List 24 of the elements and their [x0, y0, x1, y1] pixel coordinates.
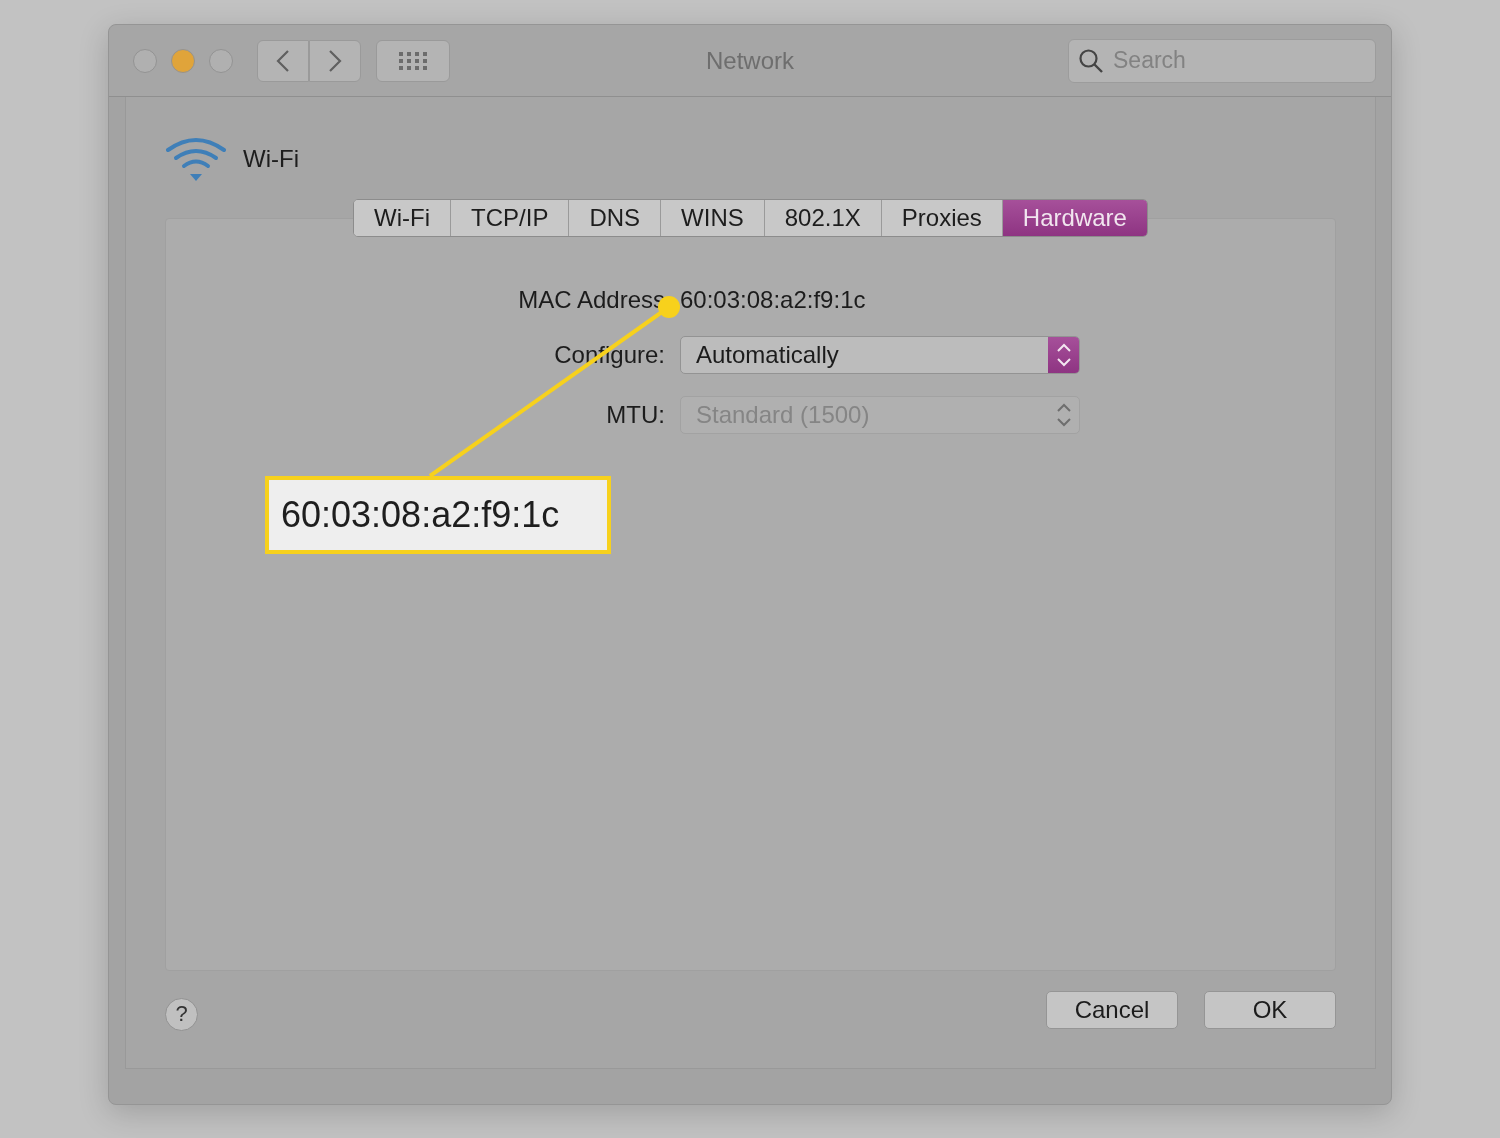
back-button[interactable] [257, 39, 309, 82]
window-control-dot[interactable] [171, 48, 195, 73]
popup-menu[interactable]: Automatically [680, 336, 1080, 374]
interface-name: Wi-Fi [243, 145, 299, 173]
show-all-button[interactable] [376, 39, 450, 82]
grid-icon [399, 51, 427, 70]
chevron-left-icon [276, 48, 290, 73]
window-control-dot[interactable] [133, 48, 157, 73]
help-button[interactable]: ? [165, 997, 198, 1031]
field-label: MAC Address [518, 286, 665, 314]
wifi-icon [165, 136, 227, 182]
field-label: MTU: [606, 401, 665, 429]
dialog-button[interactable]: OK [1204, 991, 1336, 1029]
up-down-chevron-icon [1055, 342, 1072, 368]
forward-button[interactable] [309, 39, 361, 82]
window-title: Network [706, 46, 794, 75]
chevron-right-icon [328, 48, 342, 73]
window-control-dot[interactable] [209, 48, 233, 73]
up-down-chevron-icon [1055, 402, 1072, 428]
search-icon [1078, 47, 1104, 74]
dialog-button[interactable]: Cancel [1046, 991, 1178, 1029]
callout-label: 60:03:08:a2:f9:1c [265, 476, 611, 554]
field-value: 60:03:08:a2:f9:1c [680, 286, 867, 314]
tab[interactable]: Hardware [1001, 200, 1147, 236]
